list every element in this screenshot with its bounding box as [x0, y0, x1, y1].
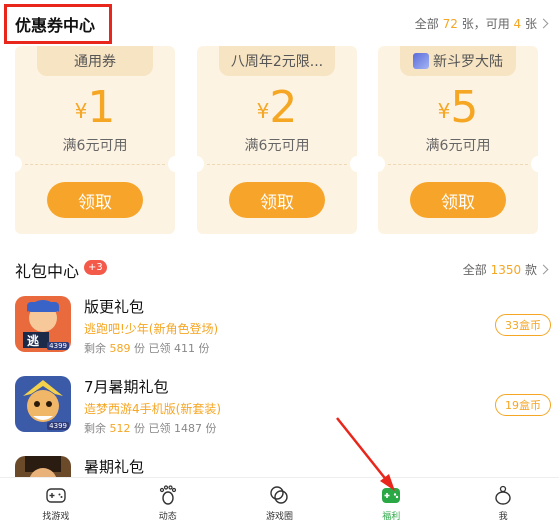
game-icon: 4399 [15, 376, 71, 432]
coupon-notch [531, 156, 545, 172]
gift-new-badge: +3 [84, 260, 107, 275]
gift-total-count: 1350 [490, 263, 522, 277]
stock-label: 剩余 [84, 342, 106, 355]
coupon-section-header: 优惠券中心 全部 72 张，可用 4 张 [0, 0, 559, 46]
game-icon [413, 53, 429, 69]
gift-game-name: 逃跑吧!少年(新角色登场) [84, 322, 219, 336]
stock-unit: 份 [134, 422, 145, 435]
game-icon: 逃 4399 [15, 296, 71, 352]
coupon-tag-label: 八周年2元限... [230, 54, 324, 70]
stock-remaining: 512 [109, 422, 131, 435]
nav-find-games[interactable]: 找游戏 [0, 478, 112, 522]
chevron-right-icon [538, 18, 549, 29]
coupon-notch [168, 156, 182, 172]
stock-claimed: 已领 411 份 [148, 342, 210, 355]
person-icon [495, 485, 511, 505]
coupon-section-title: 优惠券中心 [15, 16, 96, 35]
gamepad-icon [46, 488, 66, 503]
gift-summary-link[interactable]: 全部 1350 款 [462, 261, 549, 278]
game-icon-stamp: 4399 [47, 422, 69, 430]
coupon-card: 通用券 ¥1 满6元可用 领取 [8, 46, 182, 234]
coupon-tag-label: 新斗罗大陆 [433, 54, 503, 70]
gift-name: 版更礼包 [84, 298, 145, 316]
coupon-divider [388, 164, 528, 165]
coupon-card: 八周年2元限... ¥2 满6元可用 领取 [190, 46, 364, 234]
nav-label: 福利 [382, 512, 401, 522]
gift-stock: 剩余 512 份 已领 1487 份 [84, 420, 217, 436]
gift-box-icon [382, 488, 401, 503]
coupon-value: 1 [87, 82, 116, 133]
gift-list-item[interactable]: 4399 7月暑期礼包 造梦西游4手机版(新套装) 剩余 512 份 已领 14… [0, 376, 559, 456]
footprint-icon [159, 485, 176, 505]
nav-label: 找游戏 [42, 512, 70, 522]
currency-symbol: ¥ [437, 99, 451, 123]
nav-label: 动态 [158, 512, 177, 522]
coupon-total-count: 72 [442, 17, 458, 31]
gift-stock: 剩余 589 份 已领 411 份 [84, 340, 210, 356]
nav-label: 我 [498, 512, 508, 522]
game-icon-text: 逃 [27, 334, 40, 348]
stock-label: 剩余 [84, 422, 106, 435]
nav-game-circle[interactable]: 游戏圈 [224, 478, 336, 522]
coupon-summary-link[interactable]: 全部 72 张，可用 4 张 [414, 15, 549, 32]
coupon-value: 5 [450, 82, 479, 133]
nav-activity[interactable]: 动态 [112, 478, 224, 522]
gift-section-title: 礼包中心 [15, 262, 80, 281]
gift-price-button[interactable]: 19盒币 [495, 394, 551, 416]
coupon-condition: 满6元可用 [62, 138, 128, 154]
stock-unit: 份 [134, 342, 145, 355]
coupon-tag: 八周年2元限... [219, 46, 335, 76]
coupon-divider [25, 164, 165, 165]
currency-symbol: ¥ [256, 99, 270, 123]
game-icon [15, 456, 71, 477]
coupon-tag-label: 通用券 [74, 54, 116, 70]
claim-coupon-button[interactable]: 领取 [229, 182, 325, 218]
claim-coupon-button[interactable]: 领取 [410, 182, 506, 218]
gift-name: 7月暑期礼包 [84, 378, 169, 396]
coupon-amount: ¥5 [378, 82, 538, 133]
coupon-value: 2 [269, 82, 298, 133]
claim-coupon-button[interactable]: 领取 [47, 182, 143, 218]
chevron-right-icon [538, 264, 549, 275]
gift-game-name: 造梦西游4手机版(新套装) [84, 402, 221, 416]
coupon-notch [8, 156, 22, 172]
coupon-tag: 新斗罗大陆 [400, 46, 516, 76]
gift-summary-suffix: 款 [521, 263, 537, 277]
coupon-tag: 通用券 [37, 46, 153, 76]
coupon-summary-mid: 张，可用 [457, 17, 514, 31]
stock-claimed: 已领 1487 份 [148, 422, 217, 435]
game-icon-stamp: 4399 [47, 342, 69, 350]
bottom-navigation: 找游戏 动态 游戏圈 福利 我 [0, 477, 559, 522]
gift-section-header: 礼包中心 +3 全部 1350 款 [0, 250, 559, 284]
gift-summary-prefix: 全部 [462, 263, 491, 277]
coupon-notch [350, 156, 364, 172]
coupon-divider [207, 164, 347, 165]
circles-icon [270, 486, 289, 504]
nav-label: 游戏圈 [265, 512, 293, 522]
coupon-summary-suffix: 张 [521, 17, 537, 31]
nav-welfare[interactable]: 福利 [335, 478, 447, 522]
coupon-amount: ¥2 [197, 82, 357, 133]
coupon-amount: ¥1 [15, 82, 175, 133]
coupon-notch [371, 156, 385, 172]
coupon-summary-prefix: 全部 [414, 17, 443, 31]
gift-name: 暑期礼包 [84, 458, 145, 476]
gift-price-button[interactable]: 33盒币 [495, 314, 551, 336]
coupon-notch [190, 156, 204, 172]
coupon-card: 新斗罗大陆 ¥5 满6元可用 领取 [371, 46, 545, 234]
gift-list-item[interactable]: 逃 4399 版更礼包 逃跑吧!少年(新角色登场) 剩余 589 份 已领 41… [0, 296, 559, 376]
coupon-condition: 满6元可用 [425, 138, 491, 154]
gift-list-item[interactable]: 暑期礼包 [0, 456, 559, 477]
currency-symbol: ¥ [74, 99, 88, 123]
coupon-condition: 满6元可用 [244, 138, 310, 154]
stock-remaining: 589 [109, 342, 131, 355]
nav-me[interactable]: 我 [447, 478, 559, 522]
